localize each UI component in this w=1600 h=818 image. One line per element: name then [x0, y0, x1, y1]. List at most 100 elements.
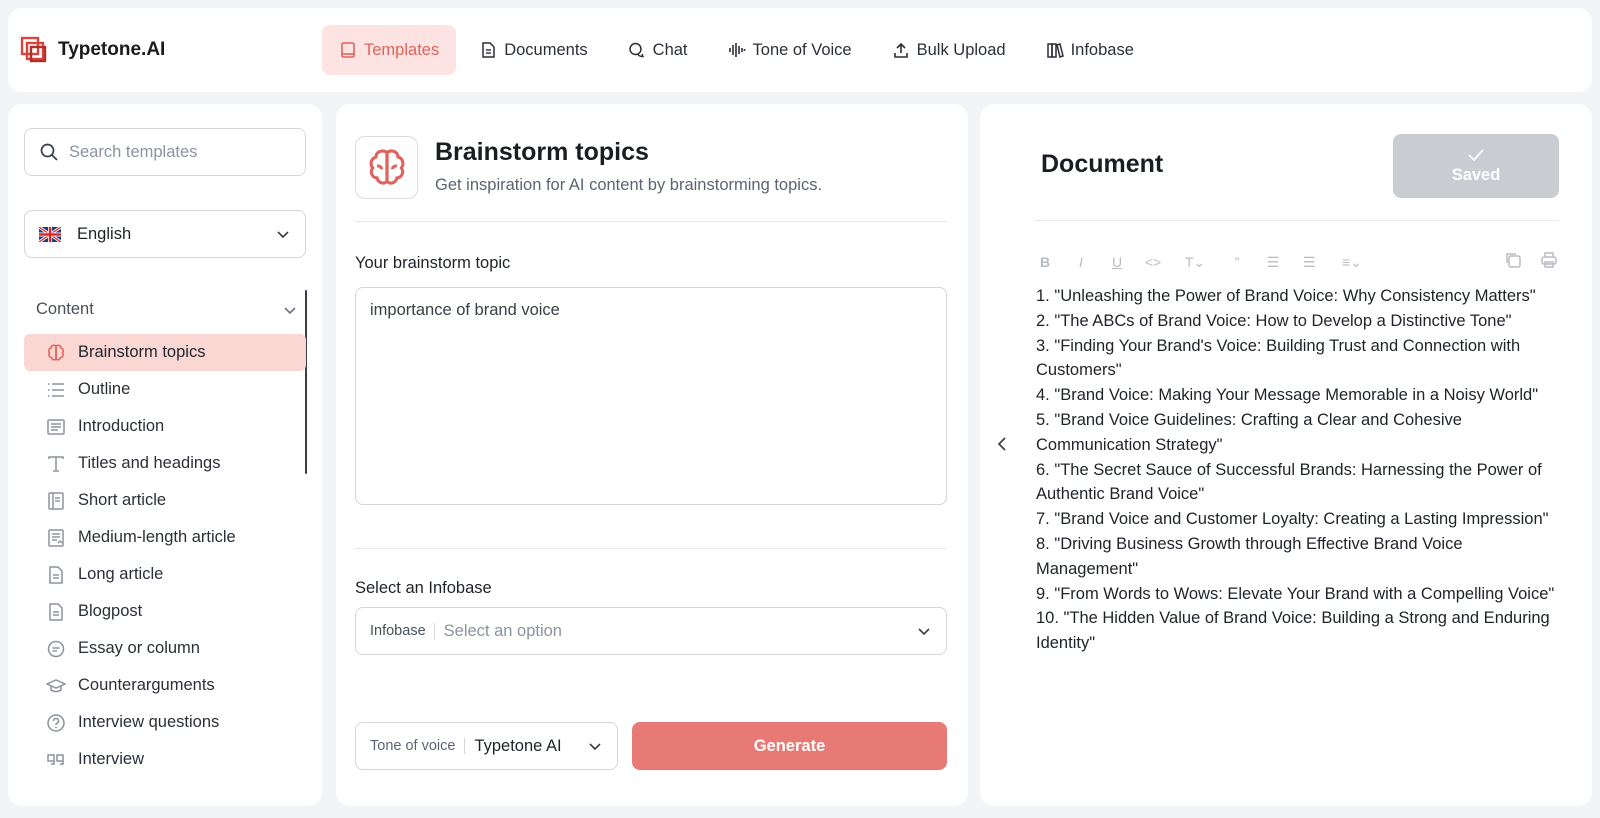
nav-label: Documents: [504, 40, 588, 59]
sidebar-item-label: Titles and headings: [78, 454, 221, 472]
template-form-panel: Brainstorm topics Get inspiration for AI…: [336, 104, 968, 806]
template-list: Brainstorm topics Outline Introduction T…: [24, 334, 306, 778]
sidebar-item-essay-or-column[interactable]: Essay or column: [24, 630, 306, 667]
divider: [1036, 220, 1559, 221]
sidebar-item-introduction[interactable]: Introduction: [24, 408, 306, 445]
template-icon-box: [355, 136, 418, 199]
code-icon[interactable]: <>: [1144, 253, 1162, 271]
tone-of-voice-select[interactable]: Tone of voice Typetone AI: [355, 722, 618, 770]
sidebar-item-outline[interactable]: Outline: [24, 371, 306, 408]
document-content[interactable]: 1. "Unleashing the Power of Brand Voice:…: [1036, 284, 1566, 656]
text-icon: [48, 455, 64, 472]
chat-icon: [628, 42, 644, 58]
paragraph-icon: [47, 418, 65, 435]
uk-flag-icon: [39, 226, 61, 242]
sidebar-item-titles-and-headings[interactable]: Titles and headings: [24, 445, 306, 482]
language-select[interactable]: English: [24, 210, 306, 258]
sidebar-item-label: Long article: [78, 565, 164, 583]
main-nav: Templates Documents Chat Tone of Voice B…: [322, 25, 1151, 75]
search-placeholder: Search templates: [69, 142, 198, 161]
editor-toolbar: B I U <> T⌄ ” ☰ ☰ ≡⌄: [1036, 250, 1559, 274]
top-navigation-bar: Typetone.AI Templates Documents Chat Ton…: [8, 8, 1592, 92]
infobase-select[interactable]: Infobase Select an option: [355, 607, 947, 655]
template-title: Brainstorm topics: [435, 138, 649, 166]
chevron-left-icon[interactable]: [992, 434, 1012, 454]
nav-label: Infobase: [1070, 40, 1134, 59]
nav-label: Tone of Voice: [752, 40, 852, 59]
file-icon: [49, 565, 63, 584]
sidebar-item-label: Essay or column: [78, 639, 200, 657]
document-line: 2. "The ABCs of Brand Voice: How to Deve…: [1036, 311, 1512, 330]
section-label: Content: [36, 300, 94, 318]
chevron-down-icon: [918, 628, 930, 636]
text-size-icon[interactable]: T⌄: [1180, 253, 1210, 271]
underline-icon[interactable]: U: [1108, 253, 1126, 271]
document-line: 1. "Unleashing the Power of Brand Voice:…: [1036, 287, 1536, 305]
copy-icon[interactable]: [1503, 250, 1523, 270]
sidebar-item-label: Interview: [78, 750, 145, 768]
sidebar-item-long-article[interactable]: Long article: [24, 556, 306, 593]
ordered-list-icon[interactable]: ☰: [1264, 253, 1282, 271]
sidebar-item-label: Introduction: [78, 417, 165, 435]
document-line: 3. "Finding Your Brand's Voice: Building…: [1036, 336, 1521, 380]
sidebar-item-label: Counterarguments: [78, 676, 215, 694]
chevron-down-icon: [589, 743, 601, 751]
quote-icon[interactable]: ”: [1228, 253, 1246, 271]
bold-icon[interactable]: B: [1036, 253, 1054, 271]
nav-infobase[interactable]: Infobase: [1029, 25, 1151, 75]
comment-icon: [47, 640, 65, 657]
saved-button[interactable]: Saved: [1393, 134, 1559, 198]
italic-icon[interactable]: I: [1072, 253, 1090, 271]
waveform-icon: [728, 43, 745, 57]
document-line: 10. "The Hidden Value of Brand Voice: Bu…: [1036, 609, 1550, 653]
sidebar-item-interview[interactable]: Interview: [24, 741, 306, 778]
app-name: Typetone.AI: [58, 39, 166, 60]
nav-label: Bulk Upload: [916, 40, 1006, 59]
sidebar-item-label: Outline: [78, 380, 131, 398]
nav-chat[interactable]: Chat: [611, 25, 705, 75]
tone-value: Typetone AI: [474, 736, 562, 755]
section-toggle-content[interactable]: Content: [36, 300, 298, 319]
article-icon: [48, 528, 64, 547]
sidebar-item-short-article[interactable]: Short article: [24, 482, 306, 519]
upload-icon: [893, 42, 908, 58]
topic-textarea[interactable]: importance of brand voice: [355, 287, 947, 505]
bullet-list-icon[interactable]: ☰: [1300, 253, 1318, 271]
document-line: 5. "Brand Voice Guidelines: Crafting a C…: [1036, 410, 1462, 454]
print-icon[interactable]: [1539, 250, 1559, 270]
nav-tone-of-voice[interactable]: Tone of Voice: [711, 25, 869, 75]
topic-label: Your brainstorm topic: [355, 254, 511, 272]
template-icon: [341, 42, 355, 58]
sidebar-item-blogpost[interactable]: Blogpost: [24, 593, 306, 630]
document-line: 6. "The Secret Sauce of Successful Brand…: [1036, 460, 1542, 504]
template-sidebar: Search templates English Content Brainst…: [8, 104, 322, 806]
sidebar-item-counterarguments[interactable]: Counterarguments: [24, 667, 306, 704]
infobase-prefix: Infobase: [370, 623, 435, 639]
file-icon: [49, 602, 63, 621]
nav-bulk-upload[interactable]: Bulk Upload: [875, 25, 1023, 75]
document-line: 8. "Driving Business Growth through Effe…: [1036, 534, 1463, 578]
saved-label: Saved: [1451, 165, 1501, 184]
check-icon: [1468, 148, 1484, 161]
nav-documents[interactable]: Documents: [462, 25, 604, 75]
document-line: 7. "Brand Voice and Customer Loyalty: Cr…: [1036, 510, 1549, 529]
document-line: 4. "Brand Voice: Making Your Message Mem…: [1036, 386, 1539, 405]
align-icon[interactable]: ≡⌄: [1336, 253, 1368, 271]
sidebar-item-interview-questions[interactable]: Interview questions: [24, 704, 306, 741]
sidebar-item-brainstorm-topics[interactable]: Brainstorm topics: [24, 334, 306, 371]
sidebar-item-medium-length-article[interactable]: Medium-length article: [24, 519, 306, 556]
typetone-logo-icon: [20, 36, 47, 63]
nav-templates[interactable]: Templates: [322, 25, 457, 75]
chevron-down-icon: [284, 306, 296, 314]
generate-button[interactable]: Generate: [632, 722, 947, 770]
tone-prefix: Tone of voice: [370, 738, 466, 754]
search-input[interactable]: Search templates: [24, 128, 306, 176]
sidebar-item-label: Brainstorm topics: [78, 343, 206, 361]
divider: [355, 221, 947, 222]
sidebar-item-label: Medium-length article: [78, 528, 236, 546]
list-icon: [48, 382, 64, 397]
divider: [355, 548, 947, 549]
app-logo[interactable]: Typetone.AI: [20, 36, 165, 64]
template-subtitle: Get inspiration for AI content by brains…: [435, 176, 823, 194]
chevron-down-icon: [277, 231, 289, 239]
